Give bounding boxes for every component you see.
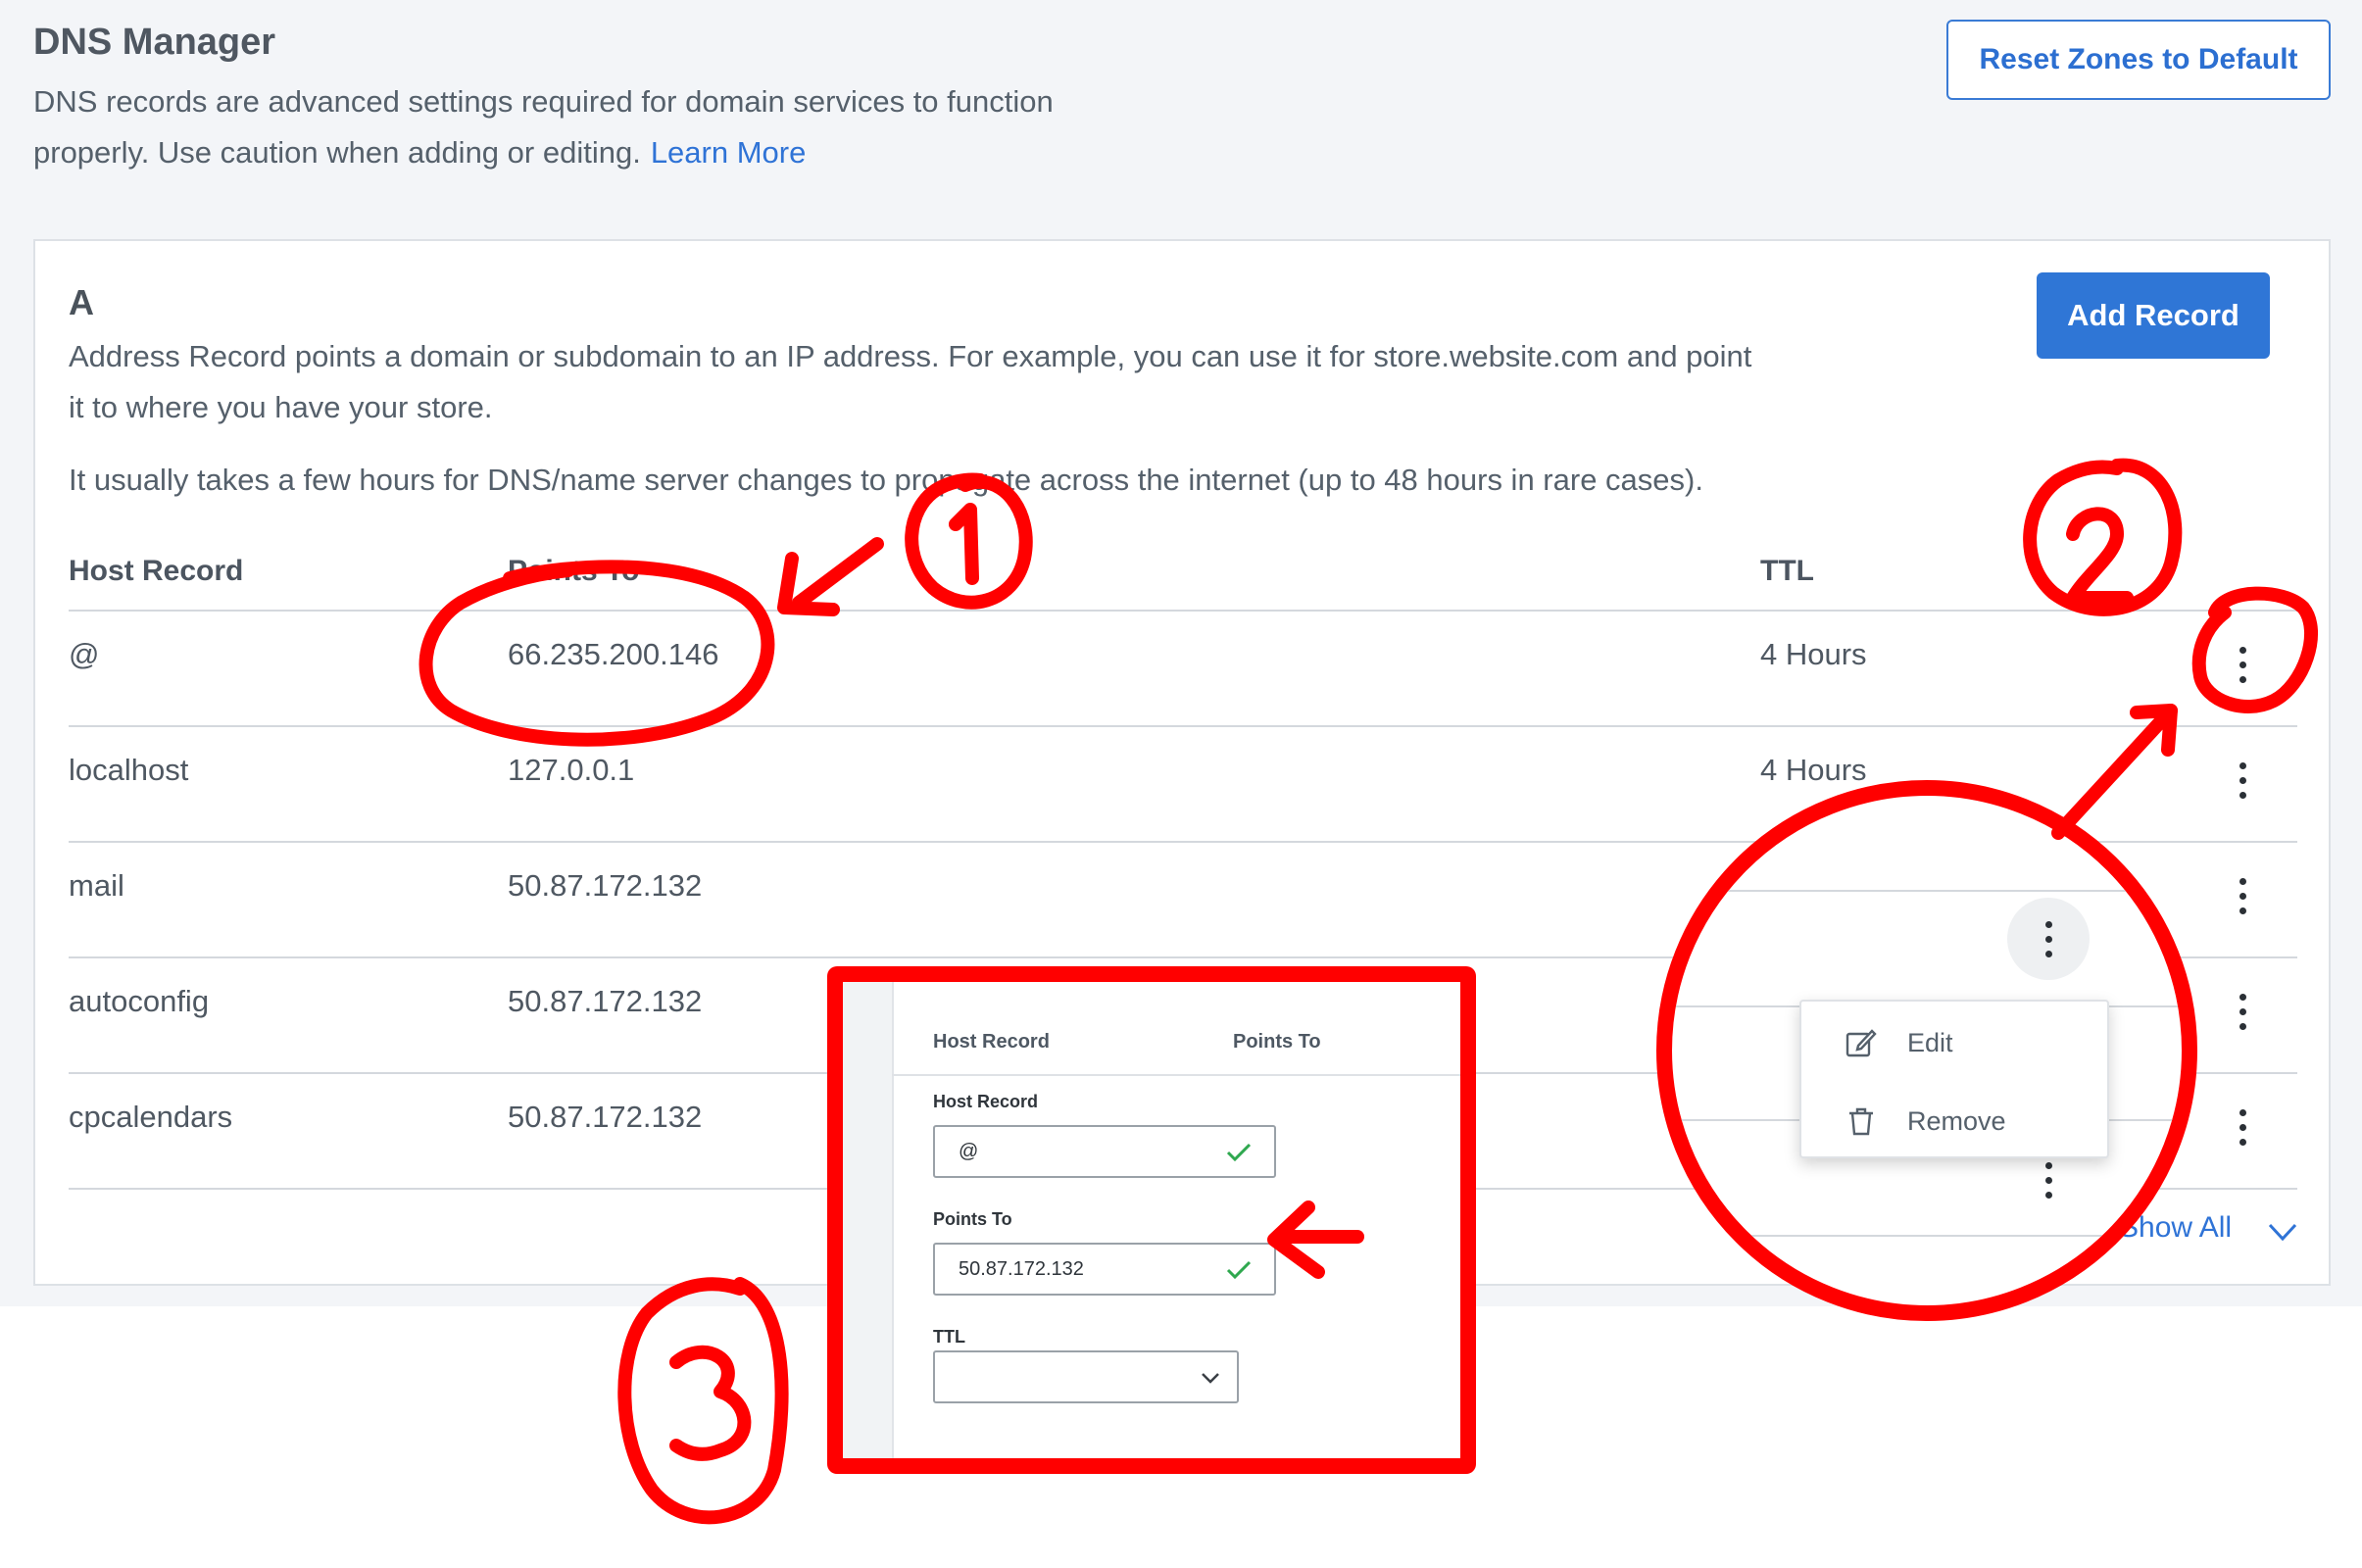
inset-divider (892, 1074, 1460, 1076)
chevron-down-icon (1202, 1373, 1219, 1384)
row-host: mail (69, 868, 124, 903)
column-header-host: Host Record (69, 555, 244, 587)
page-description: DNS records are advanced settings requir… (33, 76, 1131, 178)
action-menu-zoom: Edit Remove (1656, 780, 2197, 1321)
row-host: @ (69, 637, 100, 671)
row-ttl: 4 Hours (1760, 753, 1867, 787)
reset-zones-button[interactable]: Reset Zones to Default (1946, 20, 2331, 100)
menu-item-edit[interactable]: Edit (1801, 1013, 2107, 1072)
inset-column-points-to: Points To (1233, 1031, 1321, 1053)
row-divider (1672, 1235, 2182, 1237)
digit-3 (669, 1345, 752, 1461)
check-icon (1226, 1143, 1252, 1162)
check-icon (1226, 1260, 1252, 1280)
ttl-select[interactable] (933, 1350, 1239, 1403)
row-actions-kebab-icon[interactable] (2223, 982, 2262, 1041)
learn-more-link[interactable]: Learn More (651, 135, 807, 170)
column-header-ttl: TTL (1760, 555, 1814, 587)
propagation-note: It usually takes a few hours for DNS/nam… (69, 463, 1703, 497)
column-header-points-to: Points To (508, 555, 640, 587)
kebab-menu-icon[interactable] (2029, 1151, 2068, 1209)
row-points-to: 50.87.172.132 (508, 868, 703, 903)
row-divider (1672, 890, 2182, 892)
header-divider (69, 610, 2297, 612)
circled-number-3 (617, 1277, 789, 1525)
row-host: cpcalendars (69, 1100, 233, 1134)
kebab-menu-icon[interactable] (2029, 909, 2068, 968)
row-ttl: 4 Hours (1760, 637, 1867, 671)
row-host: localhost (69, 753, 189, 787)
section-title: A (69, 282, 94, 322)
row-divider (69, 725, 2297, 727)
menu-item-label: Remove (1907, 1105, 2006, 1136)
row-actions-kebab-icon[interactable] (2223, 635, 2262, 694)
row-host: autoconfig (69, 984, 210, 1018)
edit-icon (1845, 1029, 1877, 1057)
row-actions-kebab-icon[interactable] (2223, 866, 2262, 925)
points-to-input[interactable]: 50.87.172.132 (933, 1243, 1276, 1296)
menu-item-label: Edit (1907, 1027, 1953, 1057)
section-description: Address Record points a domain or subdom… (69, 339, 1752, 424)
row-actions-kebab-icon[interactable] (2223, 751, 2262, 809)
points-to-label: Points To (933, 1209, 1012, 1229)
menu-item-remove[interactable]: Remove (1801, 1092, 2107, 1151)
points-to-value: 50.87.172.132 (959, 1257, 1084, 1280)
row-actions-kebab-icon[interactable] (2223, 1098, 2262, 1156)
row-action-menu: Edit Remove (1799, 1000, 2109, 1158)
row-points-to: 127.0.0.1 (508, 753, 635, 787)
page-title: DNS Manager (33, 22, 276, 63)
inset-column-host: Host Record (933, 1031, 1050, 1053)
page-description-text: DNS records are advanced settings requir… (33, 84, 1054, 170)
trash-icon (1849, 1107, 1873, 1136)
host-record-input[interactable]: @ (933, 1125, 1276, 1178)
edit-form-inset: Host Record Points To Host Record @ Poin… (827, 966, 1476, 1474)
inset-sidebar (843, 982, 894, 1458)
add-record-button[interactable]: Add Record (2037, 272, 2270, 359)
row-points-to: 66.235.200.146 (508, 637, 719, 671)
row-points-to: 50.87.172.132 (508, 1100, 703, 1134)
row-points-to: 50.87.172.132 (508, 984, 703, 1018)
host-record-value: @ (959, 1140, 979, 1162)
host-record-label: Host Record (933, 1092, 1039, 1111)
chevron-down-icon[interactable] (2266, 1217, 2299, 1247)
ttl-label: TTL (933, 1327, 965, 1347)
